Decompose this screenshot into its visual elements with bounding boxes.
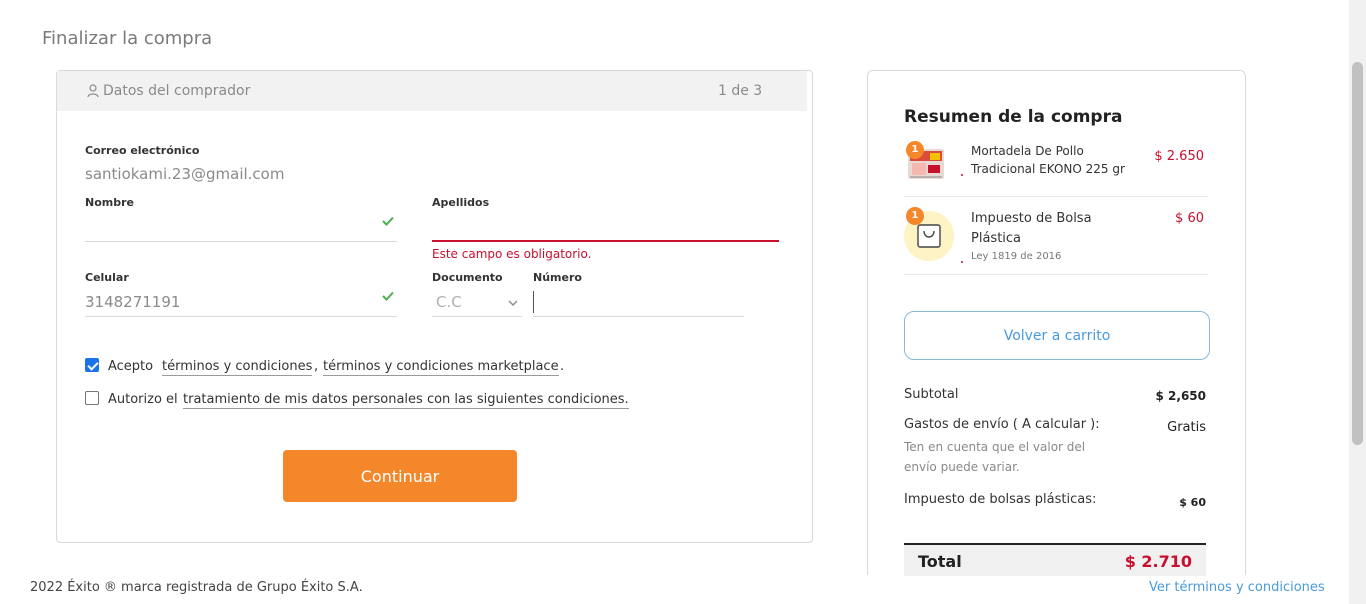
total-label: Total bbox=[918, 552, 962, 571]
terms-suffix: . bbox=[560, 359, 565, 374]
numero-input[interactable] bbox=[533, 287, 744, 317]
footer-terms-link[interactable]: Ver términos y condiciones bbox=[1149, 580, 1325, 595]
check-icon bbox=[382, 216, 394, 226]
documento-select[interactable]: C.C bbox=[432, 287, 522, 317]
quantity-badge: 1 bbox=[906, 207, 924, 225]
chevron-down-icon bbox=[508, 300, 518, 306]
nombre-label: Nombre bbox=[85, 196, 134, 209]
quantity-badge: 1 bbox=[906, 141, 924, 159]
total-bar: Total $ 2.710 bbox=[904, 543, 1206, 576]
divider bbox=[904, 196, 1208, 197]
shipping-label: Gastos de envío ( A calcular ): bbox=[904, 417, 1100, 432]
order-summary-card: Resumen de la compra 1 Mortadela De Poll… bbox=[867, 70, 1246, 576]
privacy-prefix: Autorizo el bbox=[108, 392, 178, 407]
terms-separator: , bbox=[314, 359, 319, 374]
marketplace-terms-link[interactable]: términos y condiciones marketplace bbox=[323, 359, 559, 376]
privacy-link[interactable]: tratamiento de mis datos personales con … bbox=[183, 392, 629, 409]
terms-checkbox[interactable] bbox=[85, 358, 99, 372]
page-title: Finalizar la compra bbox=[42, 28, 213, 49]
numero-label: Número bbox=[533, 271, 582, 284]
email-label: Correo electrónico bbox=[85, 144, 200, 157]
shipping-value: Gratis bbox=[1167, 420, 1206, 435]
documento-label: Documento bbox=[432, 271, 503, 284]
nombre-underline bbox=[85, 241, 397, 242]
celular-underline bbox=[85, 316, 397, 317]
apellidos-label: Apellidos bbox=[432, 196, 490, 209]
nombre-input[interactable] bbox=[85, 211, 397, 241]
apellidos-input[interactable] bbox=[432, 211, 779, 241]
red-dot bbox=[961, 261, 963, 263]
bags-tax-label: Impuesto de bolsas plásticas: bbox=[904, 492, 1097, 507]
documento-underline bbox=[432, 316, 522, 317]
back-to-cart-button[interactable]: Volver a carrito bbox=[904, 311, 1210, 360]
bags-tax-value: $ 60 bbox=[1179, 496, 1206, 509]
user-icon bbox=[87, 84, 99, 98]
check-icon bbox=[382, 291, 394, 301]
product-name: Impuesto de Bolsa Plástica bbox=[971, 211, 1092, 246]
product-price: $ 2.650 bbox=[1154, 149, 1204, 164]
step-indicator: 1 de 3 bbox=[718, 83, 763, 99]
terms-prefix: Acepto bbox=[108, 359, 154, 374]
celular-input[interactable]: 3148271191 bbox=[85, 293, 180, 311]
buyer-form-card: Datos del comprador 1 de 3 Correo electr… bbox=[56, 70, 813, 543]
subtotal-value: $ 2,650 bbox=[1155, 389, 1206, 403]
subtotal-label: Subtotal bbox=[904, 387, 959, 402]
product-note: Ley 1819 de 2016 bbox=[971, 251, 1062, 262]
product-name: Mortadela De Pollo Tradicional EKONO 225… bbox=[971, 144, 1125, 176]
red-dot bbox=[961, 174, 963, 176]
divider bbox=[904, 274, 1208, 275]
form-header: Datos del comprador 1 de 3 bbox=[57, 71, 807, 111]
celular-label: Celular bbox=[85, 271, 129, 284]
shipping-note: Ten en cuenta que el valor del envío pue… bbox=[904, 440, 1086, 474]
summary-title: Resumen de la compra bbox=[904, 107, 1123, 127]
documento-value: C.C bbox=[436, 293, 462, 311]
privacy-checkbox[interactable] bbox=[85, 391, 99, 405]
footer-copyright: 2022 Éxito ® marca registrada de Grupo É… bbox=[30, 580, 363, 595]
text-caret bbox=[533, 291, 534, 313]
continue-button[interactable]: Continuar bbox=[283, 450, 517, 502]
numero-underline bbox=[533, 316, 744, 317]
product-price: $ 60 bbox=[1175, 211, 1204, 226]
scrollbar-thumb[interactable] bbox=[1352, 62, 1363, 445]
email-value[interactable]: santiokami.23@gmail.com bbox=[85, 165, 284, 183]
apellidos-underline bbox=[432, 240, 779, 242]
total-value: $ 2.710 bbox=[1124, 552, 1192, 571]
apellidos-error: Este campo es obligatorio. bbox=[432, 247, 592, 261]
form-header-title: Datos del comprador bbox=[103, 83, 251, 99]
terms-link[interactable]: términos y condiciones bbox=[162, 359, 313, 376]
